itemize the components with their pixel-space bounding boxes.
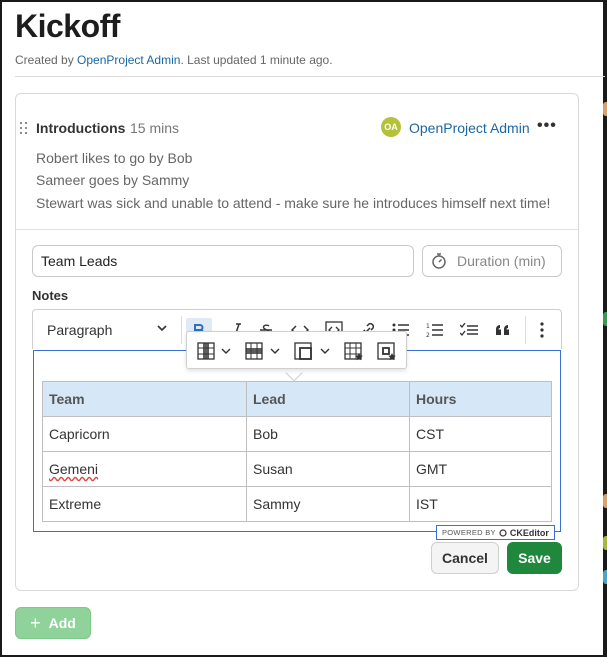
cell-properties-icon[interactable] bbox=[377, 342, 397, 362]
misspelled-word: Gemeni bbox=[49, 461, 99, 477]
add-button[interactable]: + Add bbox=[15, 607, 91, 639]
drag-handle-icon[interactable] bbox=[20, 122, 28, 136]
agenda-item-duration: 15 mins bbox=[130, 120, 180, 136]
add-label: Add bbox=[48, 615, 76, 631]
note-line: Sameer goes by Sammy bbox=[36, 172, 190, 188]
powered-by-badge[interactable]: POWERED BY CKEditor bbox=[436, 525, 555, 540]
notes-table[interactable]: Team Lead Hours Capricorn Bob CST Gemeni… bbox=[42, 381, 552, 522]
avatar: OA bbox=[381, 117, 401, 137]
plus-icon: + bbox=[30, 612, 41, 633]
notes-label: Notes bbox=[32, 288, 69, 303]
table-row: Gemeni Susan GMT bbox=[42, 451, 552, 487]
table-cell[interactable]: CST bbox=[409, 416, 552, 452]
table-properties-icon[interactable] bbox=[344, 342, 364, 362]
more-tools-button[interactable] bbox=[533, 318, 551, 342]
table-cell[interactable]: Sammy bbox=[246, 486, 410, 522]
blockquote-button[interactable] bbox=[492, 318, 514, 342]
rail-marker bbox=[603, 536, 607, 550]
right-rail bbox=[603, 0, 607, 657]
powered-by-text: POWERED BY bbox=[442, 528, 496, 537]
table-header[interactable]: Team bbox=[42, 381, 247, 417]
table-row: Capricorn Bob CST bbox=[42, 416, 552, 452]
subtitle-prefix: Created by bbox=[15, 53, 78, 67]
rail-marker bbox=[603, 570, 607, 584]
save-button[interactable]: Save bbox=[507, 542, 562, 574]
toolbar-separator bbox=[181, 316, 182, 344]
table-toolbar bbox=[186, 331, 407, 369]
agenda-item-title: Introductions bbox=[36, 120, 126, 136]
duration-input[interactable]: Duration (min) bbox=[422, 245, 562, 277]
table-cell[interactable]: Bob bbox=[246, 416, 410, 452]
paragraph-select[interactable]: Paragraph bbox=[47, 322, 112, 338]
item-title-input[interactable]: Team Leads bbox=[32, 245, 414, 277]
table-cell[interactable]: Susan bbox=[246, 451, 410, 487]
cancel-button[interactable]: Cancel bbox=[431, 542, 499, 574]
table-row-icon[interactable] bbox=[245, 342, 263, 360]
chevron-down-icon[interactable] bbox=[320, 346, 330, 356]
rail-marker bbox=[603, 312, 607, 326]
table-cell[interactable]: Gemeni bbox=[42, 451, 247, 487]
subtitle-suffix: . Last updated 1 minute ago. bbox=[180, 53, 333, 67]
quote-icon bbox=[496, 325, 509, 335]
page-title: Kickoff bbox=[15, 8, 120, 44]
todo-list-button[interactable] bbox=[458, 318, 480, 342]
ckeditor-logo-icon bbox=[499, 528, 507, 537]
table-cell[interactable]: Capricorn bbox=[42, 416, 247, 452]
numbered-list-icon: 12 bbox=[426, 323, 443, 338]
rail-marker bbox=[603, 102, 607, 116]
duration-placeholder: Duration (min) bbox=[457, 253, 546, 269]
svg-text:1: 1 bbox=[426, 323, 430, 330]
numbered-list-button[interactable]: 12 bbox=[424, 318, 446, 342]
table-row: Extreme Sammy IST bbox=[42, 486, 552, 522]
table-cell[interactable]: GMT bbox=[409, 451, 552, 487]
chevron-down-icon[interactable] bbox=[156, 322, 168, 334]
table-cell[interactable]: Extreme bbox=[42, 486, 247, 522]
owner-link[interactable]: OpenProject Admin bbox=[409, 120, 530, 136]
header-divider bbox=[15, 76, 605, 77]
chevron-down-icon[interactable] bbox=[270, 346, 280, 356]
toolbar-separator bbox=[525, 316, 526, 344]
more-actions-icon[interactable]: ••• bbox=[537, 117, 557, 135]
chevron-down-icon[interactable] bbox=[221, 346, 231, 356]
page-subtitle: Created by OpenProject Admin. Last updat… bbox=[15, 53, 333, 67]
note-line: Stewart was sick and unable to attend - … bbox=[36, 195, 551, 211]
rail-marker bbox=[603, 494, 607, 508]
table-column-icon[interactable] bbox=[197, 342, 215, 360]
section-divider bbox=[16, 229, 578, 230]
merge-cells-icon[interactable] bbox=[294, 342, 312, 360]
powered-by-brand: CKEditor bbox=[509, 527, 549, 538]
table-header[interactable]: Lead bbox=[246, 381, 410, 417]
todo-list-icon bbox=[460, 323, 478, 336]
stopwatch-icon bbox=[432, 253, 446, 269]
table-cell[interactable]: IST bbox=[409, 486, 552, 522]
svg-text:2: 2 bbox=[426, 332, 430, 338]
author-link[interactable]: OpenProject Admin bbox=[77, 53, 180, 67]
vertical-dots-icon bbox=[540, 322, 544, 338]
note-line: Robert likes to go by Bob bbox=[36, 150, 193, 166]
table-header[interactable]: Hours bbox=[409, 381, 552, 417]
